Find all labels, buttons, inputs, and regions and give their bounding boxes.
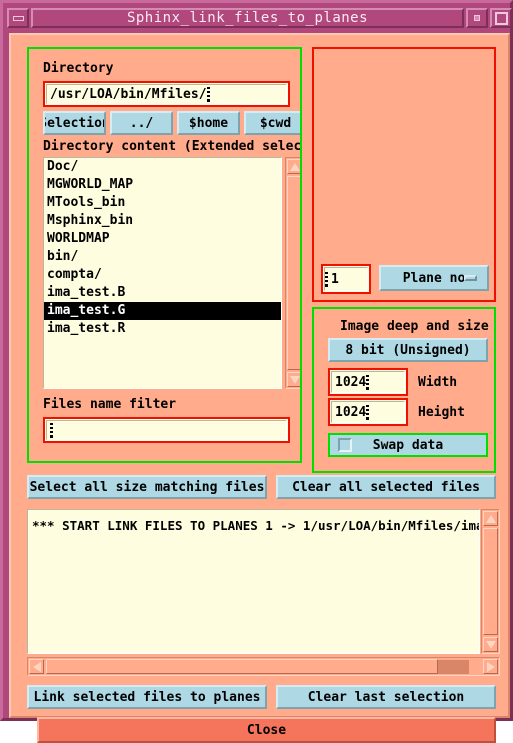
log-text-area[interactable]: *** START LINK FILES TO PLANES 1 -> 1/us… <box>27 509 480 654</box>
image-width-value: 1024 <box>335 374 367 390</box>
list-item[interactable]: Doc/ <box>44 158 281 176</box>
clear-last-selection-button[interactable]: Clear last selection <box>276 685 496 709</box>
title-bar: Sphinx_link_files_to_planes <box>6 6 513 30</box>
maximize-icon <box>494 11 508 25</box>
restore-icon <box>474 15 480 21</box>
link-files-to-planes-button[interactable]: Link selected files to planes <box>27 685 267 709</box>
select-all-matching-button[interactable]: Select all size matching files <box>27 475 267 499</box>
window-restore-button[interactable] <box>466 8 488 28</box>
selection-button[interactable]: Selection <box>43 111 106 135</box>
directory-path-input[interactable]: /usr/LOA/bin/Mfiles/ <box>43 81 290 107</box>
log-line: *** START LINK FILES TO PLANES 1 -> 1/us… <box>32 517 480 533</box>
list-item[interactable]: Msphinx_bin <box>44 212 281 230</box>
log-scroll-down-button[interactable] <box>483 637 498 652</box>
parent-dir-button[interactable]: ../ <box>110 111 173 135</box>
image-depth-button[interactable]: 8 bit (Unsigned) <box>328 338 488 362</box>
image-width-label: Width <box>418 375 458 390</box>
list-item[interactable]: MGWORLD_MAP <box>44 176 281 194</box>
plane-no-dropdown[interactable]: Plane no <box>379 265 489 291</box>
filter-label: Files name filter <box>43 397 177 412</box>
width-caret <box>366 374 370 390</box>
directory-content-label: Directory content (Extended selection) <box>43 139 302 154</box>
log-scroll-right-button[interactable] <box>483 659 498 674</box>
list-item[interactable]: bin/ <box>44 248 281 266</box>
list-item[interactable]: ima_test.R <box>44 320 281 338</box>
log-scroll-left-button[interactable] <box>29 659 44 674</box>
triangle-right-icon <box>486 661 495 672</box>
directory-label: Directory <box>43 61 114 76</box>
list-item[interactable]: MTools_bin <box>44 194 281 212</box>
cwd-dir-button[interactable]: $cwd <box>244 111 300 135</box>
window-maximize-button[interactable] <box>490 8 512 28</box>
image-height-input[interactable]: 1024 <box>328 398 408 426</box>
image-width-input[interactable]: 1024 <box>328 368 408 396</box>
plane-number-value: 1 <box>331 271 339 287</box>
swap-data-checkbox[interactable]: Swap data <box>328 433 488 457</box>
image-height-label: Height <box>418 405 465 420</box>
directory-group: Directory /usr/LOA/bin/Mfiles/ Selection… <box>27 47 302 463</box>
home-dir-button[interactable]: $home <box>177 111 240 135</box>
log-hscrollbar-trough[interactable] <box>438 660 469 674</box>
log-scrollbar-thumb[interactable] <box>483 528 498 635</box>
triangle-down-icon <box>289 375 300 384</box>
directory-listbox[interactable]: Doc/ MGWORLD_MAP MTools_bin Msphinx_bin … <box>43 157 282 389</box>
scrollbar-thumb[interactable] <box>287 176 300 370</box>
log-vertical-scrollbar[interactable] <box>481 509 500 654</box>
scroll-down-button[interactable] <box>287 372 300 387</box>
height-caret <box>366 404 370 420</box>
window-title: Sphinx_link_files_to_planes <box>126 10 369 26</box>
scroll-up-button[interactable] <box>287 159 300 174</box>
filter-caret <box>50 422 53 438</box>
image-settings-title: Image deep and size <box>340 319 489 334</box>
chevron-down-icon <box>464 275 477 281</box>
list-item-selected[interactable]: ima_test.G <box>44 302 281 320</box>
directory-list-scrollbar[interactable] <box>285 157 300 389</box>
log-hscrollbar-thumb[interactable] <box>46 659 438 674</box>
checkbox-box-icon <box>338 438 352 452</box>
image-height-value: 1024 <box>335 404 367 420</box>
triangle-up-icon <box>289 162 300 171</box>
image-settings-group: Image deep and size 8 bit (Unsigned) 102… <box>312 307 496 473</box>
plane-no-dropdown-label: Plane no <box>402 270 466 286</box>
title-bar-drag-area[interactable]: Sphinx_link_files_to_planes <box>31 8 464 28</box>
triangle-up-icon <box>485 514 496 523</box>
application-window: Sphinx_link_files_to_planes Directory /u… <box>0 0 513 743</box>
log-horizontal-scrollbar[interactable] <box>27 657 500 676</box>
list-item[interactable]: compta/ <box>44 266 281 284</box>
triangle-down-icon <box>485 640 496 649</box>
log-scroll-up-button[interactable] <box>483 511 498 526</box>
client-area: Directory /usr/LOA/bin/Mfiles/ Selection… <box>9 33 510 743</box>
filter-input[interactable] <box>43 417 290 443</box>
plane-group: 1 Plane no <box>312 47 496 302</box>
window-minimize-button[interactable] <box>7 8 29 28</box>
triangle-left-icon <box>32 661 41 672</box>
list-item[interactable]: ima_test.B <box>44 284 281 302</box>
swap-data-label: Swap data <box>372 437 444 453</box>
directory-path-value: /usr/LOA/bin/Mfiles/ <box>50 86 207 102</box>
clear-all-selected-button[interactable]: Clear all selected files <box>276 475 496 499</box>
minimize-icon <box>12 15 24 21</box>
text-caret <box>206 86 210 102</box>
plane-number-input[interactable]: 1 <box>321 264 371 294</box>
list-item[interactable]: WORLDMAP <box>44 230 281 248</box>
